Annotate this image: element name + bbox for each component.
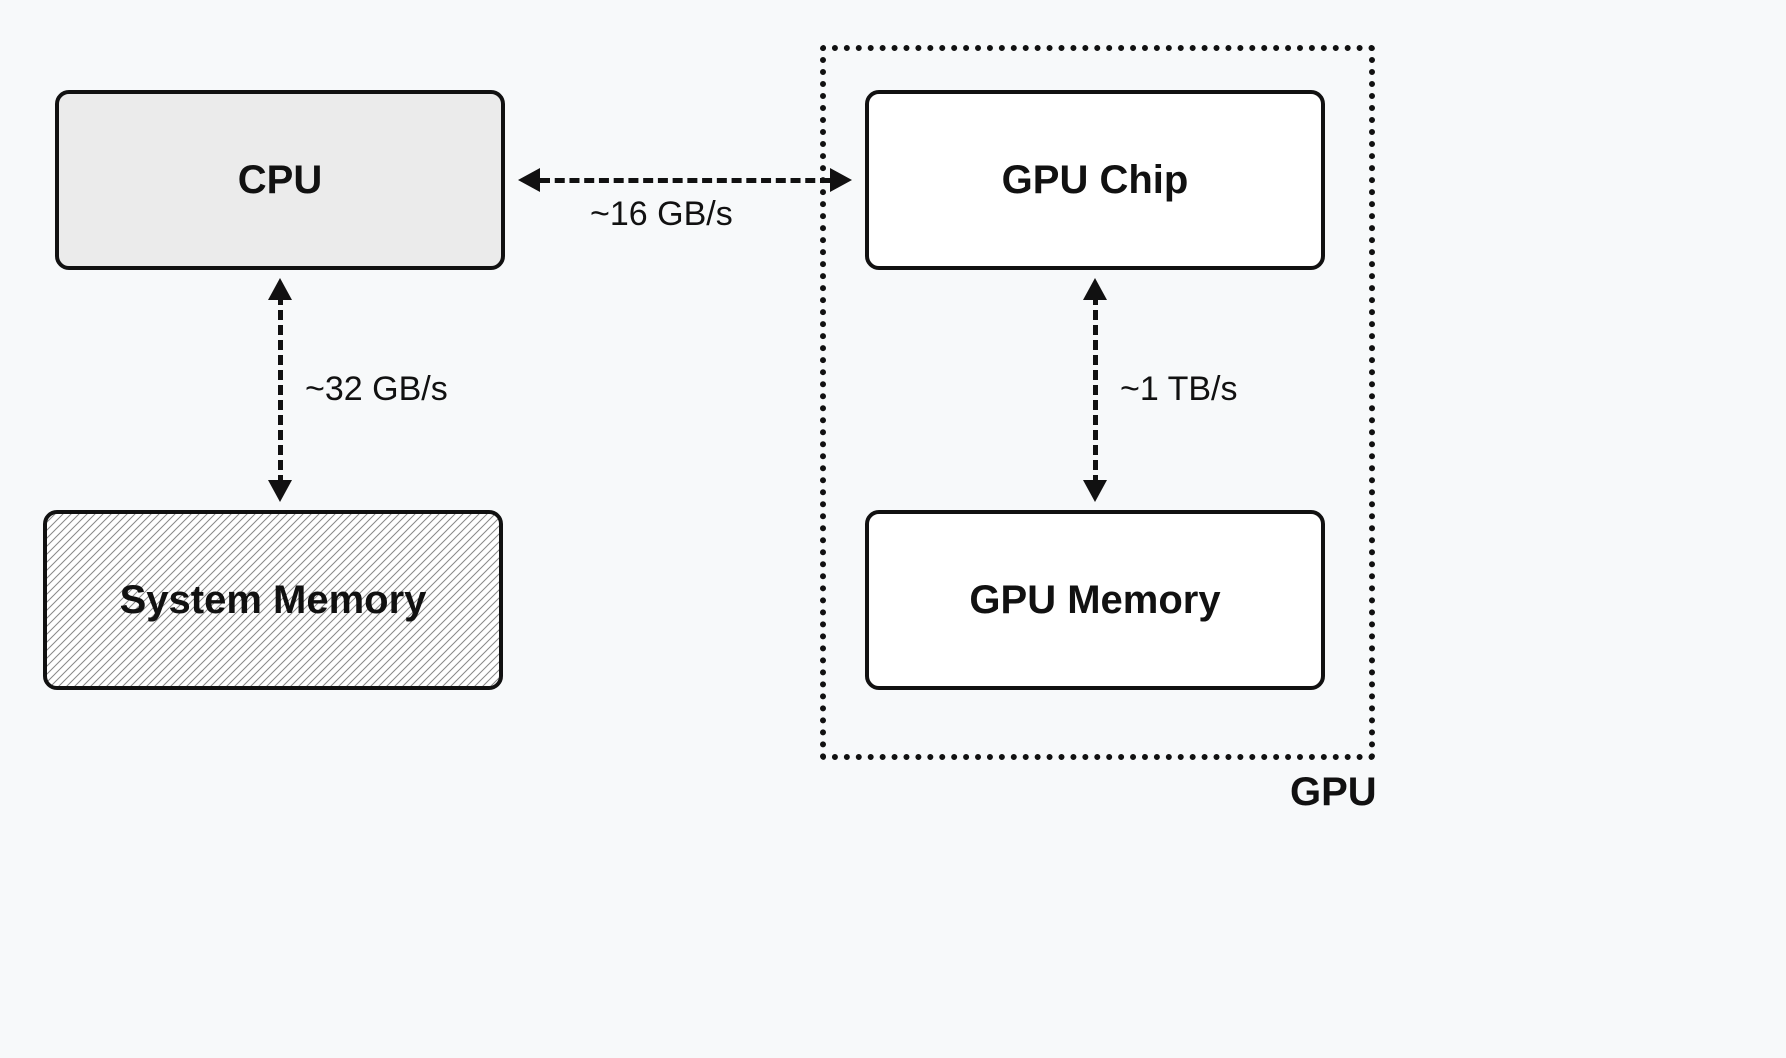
arrowhead-up-icon xyxy=(268,278,292,300)
arrowhead-down-icon xyxy=(268,480,292,502)
gpu-chip-box: GPU Chip xyxy=(865,90,1325,270)
bandwidth-cpu-gpuchip: ~16 GB/s xyxy=(590,195,733,234)
cpu-label: CPU xyxy=(238,158,322,203)
gpu-container-label: GPU xyxy=(1290,770,1377,815)
cpu-box: CPU xyxy=(55,90,505,270)
arrowhead-left-icon xyxy=(518,168,540,192)
bandwidth-cpu-sysmem: ~32 GB/s xyxy=(305,370,448,409)
system-memory-box: System Memory xyxy=(43,510,503,690)
arrow-gpuchip-gpumem xyxy=(1093,295,1098,485)
diagram-canvas: CPU System Memory GPU GPU Chip GPU Memor… xyxy=(0,0,1786,1058)
arrow-cpu-sysmem xyxy=(278,295,283,485)
gpu-memory-box: GPU Memory xyxy=(865,510,1325,690)
gpu-chip-label: GPU Chip xyxy=(1002,158,1189,203)
gpu-memory-label: GPU Memory xyxy=(969,578,1220,623)
arrow-cpu-gpuchip xyxy=(540,178,830,183)
system-memory-label: System Memory xyxy=(120,578,427,623)
arrowhead-up-icon xyxy=(1083,278,1107,300)
arrowhead-down-icon xyxy=(1083,480,1107,502)
arrowhead-right-icon xyxy=(830,168,852,192)
bandwidth-gpuchip-gpumem: ~1 TB/s xyxy=(1120,370,1238,409)
